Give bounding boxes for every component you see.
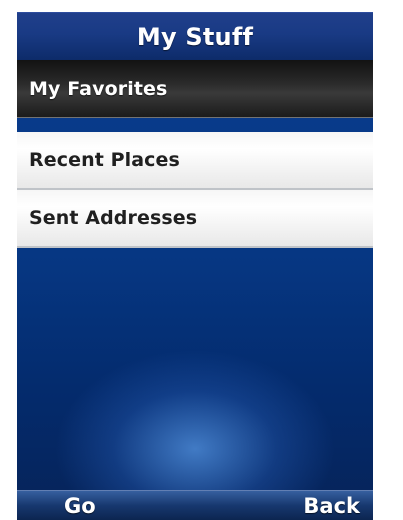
go-softkey[interactable]: Go: [64, 494, 96, 518]
title-bar: My Stuff: [17, 12, 373, 60]
menu-item-label: Recent Places: [29, 149, 180, 171]
menu-item-recent-places[interactable]: Recent Places: [17, 132, 373, 190]
softkey-bar: Go Back: [17, 490, 373, 520]
phone-screen: My Stuff My Favorites Recent Places Sent…: [17, 12, 373, 520]
menu-item-label: Sent Addresses: [29, 207, 198, 229]
menu-item-sent-addresses[interactable]: Sent Addresses: [17, 190, 373, 248]
back-softkey[interactable]: Back: [303, 494, 360, 518]
page-title: My Stuff: [136, 23, 254, 51]
menu-item-label: My Favorites: [29, 77, 168, 100]
menu-item-my-favorites[interactable]: My Favorites: [17, 60, 373, 118]
